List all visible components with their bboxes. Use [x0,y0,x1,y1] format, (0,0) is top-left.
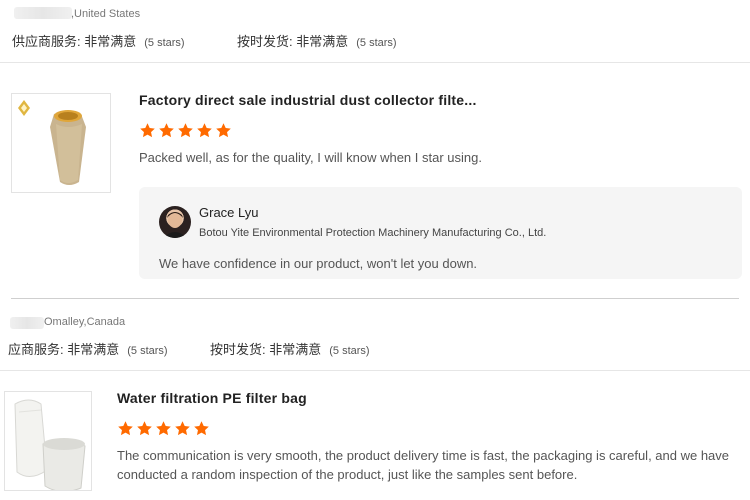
star-icon [178,123,193,138]
supplier-service-note: (5 stars) [144,37,185,49]
supplier-service-note: (5 stars) [127,345,168,357]
reviewer-name-blurred [10,316,44,334]
reviewer-location: Omalley,Canada [44,316,126,328]
review-stars [139,122,232,139]
reply-company: Botou Yite Environmental Protection Mach… [199,227,547,239]
star-icon [175,421,190,436]
ontime-shipping-note: (5 stars) [329,345,370,357]
reviewer-name-blurred [14,6,74,24]
filter-bag-image [14,399,86,490]
star-icon [159,123,174,138]
ontime-shipping-label: 按时发货: 非常满意 [237,34,349,49]
seller-reply: Grace Lyu Botou Yite Environmental Prote… [139,187,742,279]
product-title-link[interactable]: Water filtration PE filter bag [117,390,307,406]
star-icon [156,421,171,436]
star-icon [140,123,155,138]
supplier-service-rating: 应商服务: 非常满意 (5 stars) [8,339,168,358]
ontime-shipping-note: (5 stars) [356,37,397,49]
dust-filter-image [18,100,86,185]
ontime-shipping-label: 按时发货: 非常满意 [210,342,322,357]
review-divider [11,298,739,299]
avatar [159,206,191,238]
brand-logo-icon [18,100,30,116]
ontime-shipping-rating: 按时发货: 非常满意 (5 stars) [210,339,370,358]
star-icon [118,421,133,436]
ontime-shipping-rating: 按时发货: 非常满意 (5 stars) [237,31,397,50]
divider [0,370,750,371]
reply-author-name: Grace Lyu [199,205,259,220]
product-thumbnail[interactable] [4,391,92,491]
star-icon [216,123,231,138]
product-title-link[interactable]: Factory direct sale industrial dust coll… [139,92,477,108]
star-icon [197,123,212,138]
product-thumbnail[interactable] [11,93,111,193]
supplier-service-label: 应商服务: 非常满意 [8,342,120,357]
divider [0,62,750,63]
review-text: Packed well, as for the quality, I will … [139,150,482,165]
review-stars [117,420,210,437]
reviewer-location: ,United States [71,8,141,20]
star-icon [194,421,209,436]
reply-text: We have confidence in our product, won't… [159,256,478,271]
star-icon [137,421,152,436]
review-text: The communication is very smooth, the pr… [117,448,730,482]
supplier-service-rating: 供应商服务: 非常满意 (5 stars) [12,31,185,50]
supplier-service-label: 供应商服务: 非常满意 [12,34,137,49]
